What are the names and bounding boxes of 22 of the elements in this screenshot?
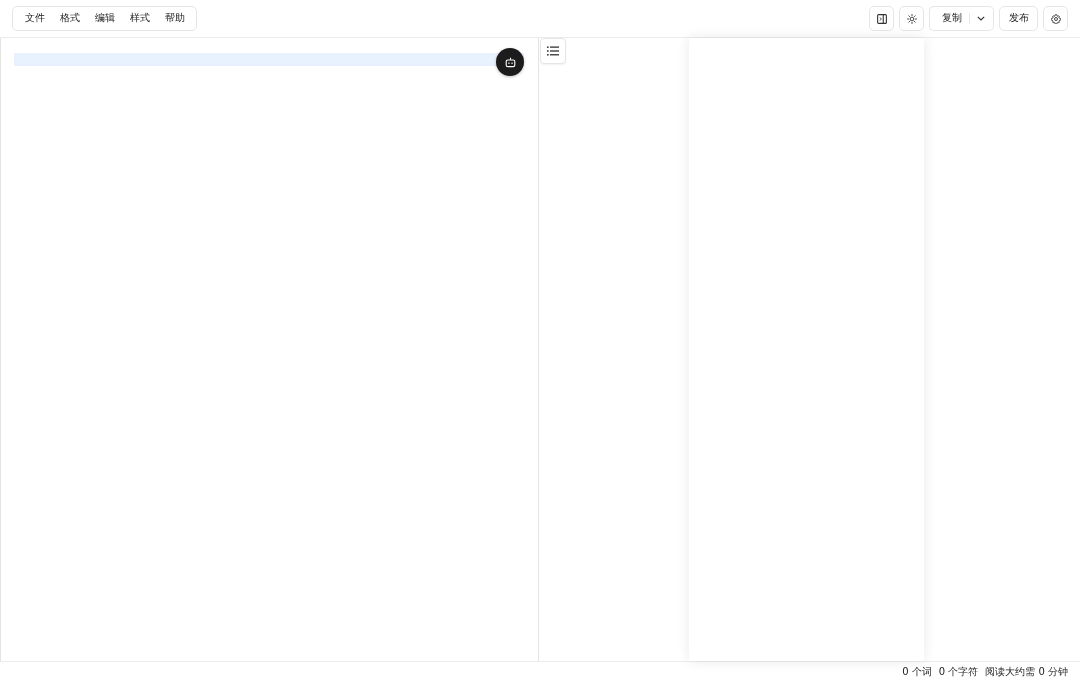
menu-item[interactable]: 格式 <box>52 8 87 29</box>
menu-item[interactable]: 文件 <box>17 8 52 29</box>
menu-item[interactable]: 帮助 <box>157 8 192 29</box>
panel-toggle-button[interactable] <box>869 6 894 31</box>
theme-button[interactable] <box>899 6 924 31</box>
menu-item[interactable]: 编辑 <box>87 8 122 29</box>
panel-icon <box>876 13 887 24</box>
chevron-down-icon <box>977 16 985 21</box>
list-icon <box>547 46 559 56</box>
assistant-button[interactable] <box>496 48 524 76</box>
settings-button[interactable] <box>1043 6 1068 31</box>
sun-icon <box>906 13 917 24</box>
status-text: 阅读大约需 0 分钟 <box>985 665 1068 679</box>
status-text: 0 个字符 <box>938 665 979 679</box>
robot-icon <box>504 56 516 68</box>
publish-button[interactable]: 发布 <box>999 6 1038 31</box>
menu-item[interactable]: 样式 <box>122 8 157 29</box>
status-text: 0 个词 <box>902 665 932 679</box>
copy-button[interactable]: 复制 <box>929 6 969 31</box>
settings-icon <box>1050 13 1061 24</box>
outline-button[interactable] <box>540 38 566 64</box>
editor-field[interactable] <box>0 38 539 661</box>
